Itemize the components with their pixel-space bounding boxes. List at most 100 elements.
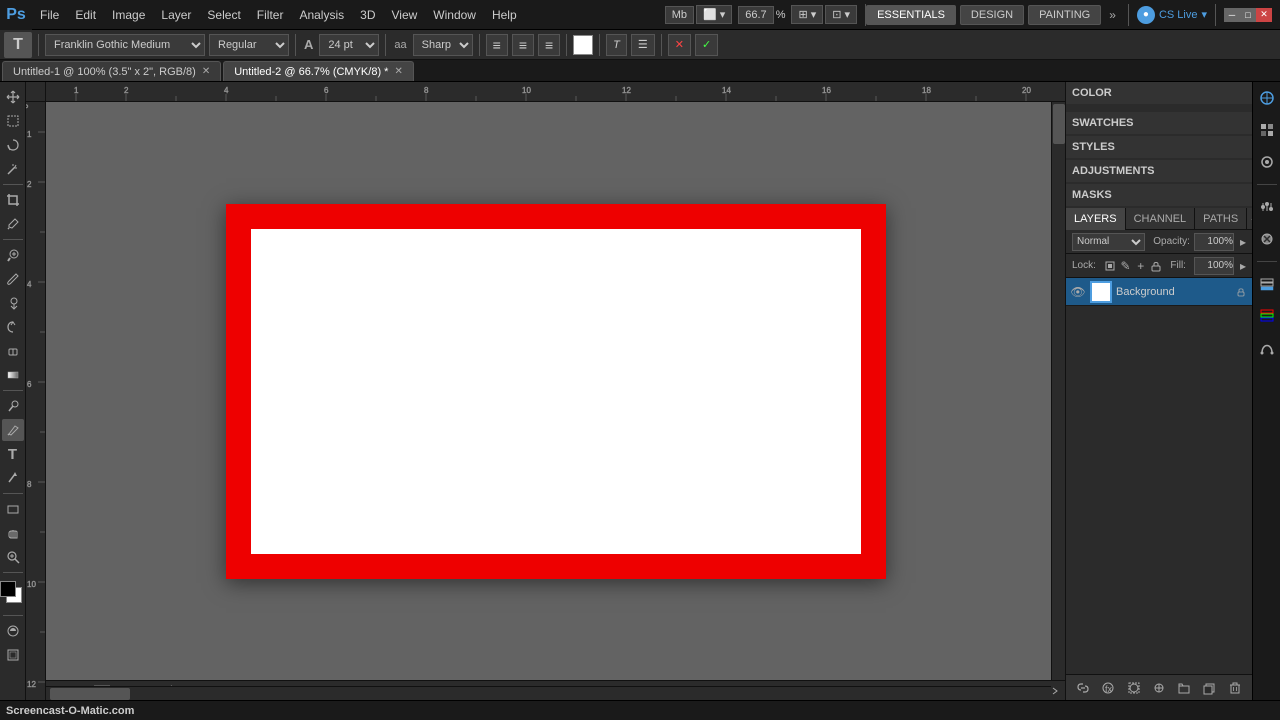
new-layer-btn[interactable] [1200,678,1220,698]
adjustments-panel-header[interactable]: ADJUSTMENTS [1066,160,1252,182]
zoom-input[interactable]: 66.7 [738,6,773,24]
anti-alias-select[interactable]: Sharp [413,34,473,56]
close-btn[interactable]: ✕ [1256,8,1272,22]
path-selection-tool[interactable] [2,467,24,489]
fill-input[interactable] [1194,257,1234,275]
layers-panel-icon[interactable] [1255,272,1279,296]
painting-btn[interactable]: PAINTING [1028,5,1101,25]
font-size-select[interactable]: 24 pt [319,34,379,56]
swatches-panel-icon[interactable] [1255,118,1279,142]
eyedropper-tool[interactable] [2,213,24,235]
confirm-edits-btn[interactable]: ✓ [695,34,718,56]
styles-panel-header[interactable]: STYLES [1066,136,1252,158]
adjustment-layer-btn[interactable] [1149,678,1169,698]
screen-mode-btn[interactable]: ⬜ ▾ [696,5,732,24]
align-right-btn[interactable]: ≡ [538,34,560,56]
color-panel-icon[interactable] [1255,86,1279,110]
magic-wand-tool[interactable] [2,158,24,180]
maximize-btn[interactable]: □ [1240,8,1256,22]
mode-btn[interactable]: Mb [665,6,694,24]
scroll-right-btn[interactable] [1051,687,1059,695]
canvas-document[interactable] [226,204,886,579]
move-tool[interactable] [2,86,24,108]
adjustments-panel-icon[interactable] [1255,195,1279,219]
eraser-tool[interactable] [2,340,24,362]
menu-view[interactable]: View [383,0,425,30]
menu-image[interactable]: Image [104,0,153,30]
tab-close-1[interactable]: ✕ [202,66,210,77]
opacity-input[interactable] [1194,233,1234,251]
swatches-panel-header[interactable]: SWATCHES [1066,112,1252,134]
delete-layer-btn[interactable] [1225,678,1245,698]
menu-window[interactable]: Window [425,0,484,30]
hand-tool[interactable] [2,522,24,544]
menu-edit[interactable]: Edit [67,0,104,30]
tab-close-2[interactable]: ✕ [394,66,402,77]
fill-arrow[interactable]: ▸ [1238,259,1246,273]
layer-visibility-btn[interactable]: 👁 [1070,284,1086,300]
brush-tool[interactable] [2,268,24,290]
align-center-btn[interactable]: ≡ [512,34,534,56]
layer-row-background[interactable]: 👁 Background [1066,278,1252,306]
workspace-expand-btn[interactable]: » [1105,8,1120,22]
screen-mode-tool[interactable] [2,644,24,666]
essentials-btn[interactable]: ESSENTIALS [866,5,956,25]
opacity-arrow[interactable]: ▸ [1238,235,1246,249]
lasso-tool[interactable] [2,134,24,156]
lock-transparency-btn[interactable] [1150,257,1162,275]
link-layers-btn[interactable] [1073,678,1093,698]
paths-panel-icon[interactable] [1255,336,1279,360]
marquee-tool[interactable] [2,110,24,132]
add-style-btn[interactable]: fx [1098,678,1118,698]
color-swatches[interactable] [0,581,26,607]
tab-untitled-1[interactable]: Untitled-1 @ 100% (3.5" x 2", RGB/8) ✕ [2,61,221,81]
pen-tool[interactable] [2,419,24,441]
menu-layer[interactable]: Layer [153,0,199,30]
clone-stamp-tool[interactable] [2,292,24,314]
masks-panel-icon[interactable] [1255,227,1279,251]
menu-3d[interactable]: 3D [352,0,383,30]
menu-analysis[interactable]: Analysis [291,0,352,30]
extras-btn[interactable]: ⊡ ▾ [825,5,857,24]
color-panel-header[interactable]: COLOR [1066,82,1252,104]
history-brush-tool[interactable] [2,316,24,338]
warp-text-btn[interactable]: T [606,34,627,56]
dodge-tool[interactable] [2,395,24,417]
masks-panel-header[interactable]: MASKS [1066,184,1252,206]
menu-file[interactable]: File [32,0,67,30]
channels-panel-icon[interactable] [1255,304,1279,328]
spot-healing-tool[interactable] [2,244,24,266]
menu-filter[interactable]: Filter [249,0,292,30]
type-tool[interactable]: T [2,443,24,465]
arrangement-btn[interactable]: ⊞ ▾ [791,5,823,24]
tab-untitled-2[interactable]: Untitled-2 @ 66.7% (CMYK/8) * ✕ [223,61,414,81]
styles-panel-icon[interactable] [1255,150,1279,174]
scrollbar-vertical[interactable] [1051,102,1065,680]
menu-select[interactable]: Select [199,0,248,30]
minimize-btn[interactable]: ─ [1224,8,1240,22]
design-btn[interactable]: DESIGN [960,5,1024,25]
shape-tool[interactable] [2,498,24,520]
scrollbar-horizontal[interactable] [46,686,1051,700]
crop-tool[interactable] [2,189,24,211]
lock-position-btn[interactable]: ✎ [1120,257,1131,275]
channel-tab[interactable]: CHANNEL [1126,208,1196,230]
layers-tab[interactable]: LAYERS [1066,208,1126,230]
font-family-select[interactable]: Franklin Gothic Medium [45,34,205,56]
character-panel-btn[interactable]: ☰ [631,34,655,56]
align-left-btn[interactable]: ≡ [486,34,508,56]
lock-pixels-btn[interactable] [1104,257,1116,275]
cancel-edits-btn[interactable]: ✕ [668,34,691,56]
quick-mask-btn[interactable] [2,620,24,642]
font-style-select[interactable]: Regular [209,34,289,56]
add-mask-btn[interactable] [1124,678,1144,698]
blend-mode-select[interactable]: Normal [1072,233,1145,251]
cs-live-btn[interactable]: ● CS Live ▾ [1137,6,1207,24]
lock-all-btn[interactable]: + [1135,257,1146,275]
zoom-tool[interactable] [2,546,24,568]
new-group-btn[interactable] [1174,678,1194,698]
menu-help[interactable]: Help [484,0,525,30]
text-color-swatch[interactable] [573,35,593,55]
gradient-tool[interactable] [2,364,24,386]
paths-tab[interactable]: PATHS [1195,208,1247,230]
